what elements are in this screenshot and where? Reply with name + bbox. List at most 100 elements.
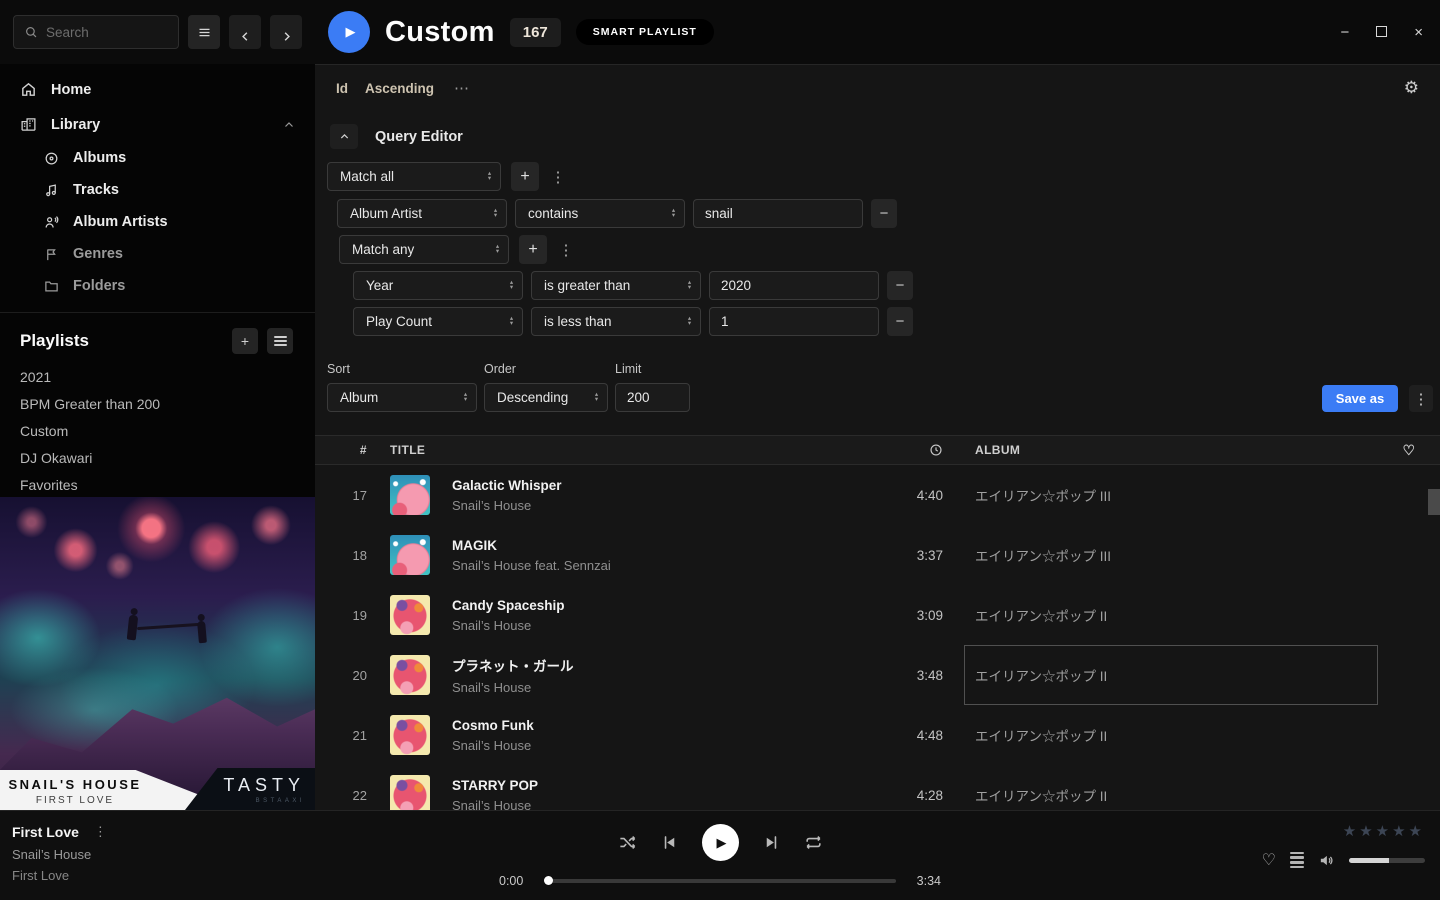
scrollbar-thumb[interactable] <box>1428 489 1440 515</box>
playlist-item-custom[interactable]: Custom <box>0 417 315 444</box>
forward-button[interactable] <box>270 15 302 49</box>
column-header-title[interactable]: TITLE <box>375 443 863 457</box>
now-playing-album: First Love <box>12 868 107 883</box>
playlist-item-favorites[interactable]: Favorites <box>0 471 315 498</box>
volume-slider[interactable] <box>1349 858 1425 863</box>
group-menu-button[interactable]: ⋮ <box>555 241 577 259</box>
sort-direction-button[interactable]: Ascending <box>365 81 434 96</box>
search-input[interactable] <box>46 25 168 40</box>
seek-bar[interactable] <box>544 879 896 883</box>
playlist-list-button[interactable] <box>267 328 293 354</box>
rule-field-select[interactable]: Album Artist ▴▾ <box>337 199 507 228</box>
rating-stars[interactable]: ★★★★★ <box>1262 822 1425 840</box>
playlist-item-dj-okawari[interactable]: DJ Okawari <box>0 444 315 471</box>
rule-value-input[interactable] <box>709 307 879 336</box>
volume-fill <box>1349 858 1389 863</box>
next-button[interactable] <box>762 833 781 852</box>
menu-button[interactable] <box>188 15 220 49</box>
search-box[interactable] <box>13 15 179 49</box>
table-row[interactable]: 19 Candy Spaceship Snail’s House 3:09 エイ… <box>315 585 1440 645</box>
rule-operator-select[interactable]: is greater than ▴▾ <box>531 271 701 300</box>
row-number: 18 <box>315 548 375 563</box>
favorite-button[interactable]: ♡ <box>1262 850 1276 870</box>
rule-operator-select[interactable]: contains ▴▾ <box>515 199 685 228</box>
column-header-album[interactable]: ALBUM <box>964 443 1378 457</box>
match-type-select[interactable]: Match all ▴▾ <box>327 162 501 191</box>
rule-field-select[interactable]: Year ▴▾ <box>353 271 523 300</box>
column-header-duration[interactable] <box>863 443 943 457</box>
add-playlist-button[interactable]: + <box>232 328 258 354</box>
row-number: 21 <box>315 728 375 743</box>
library-icon <box>20 116 37 133</box>
table-row[interactable]: 18 MAGIK Snail’s House feat. Sennzai 3:3… <box>315 525 1440 585</box>
sidebar-item-folders[interactable]: Folders <box>0 270 315 302</box>
rule-operator-select[interactable]: is less than ▴▾ <box>531 307 701 336</box>
rule-field-select[interactable]: Play Count ▴▾ <box>353 307 523 336</box>
track-album-cell-selected[interactable]: エイリアン☆ポップ II <box>964 645 1378 705</box>
track-menu-button[interactable]: ⋮ <box>94 824 107 840</box>
group-add-rule-button[interactable]: + <box>519 235 547 264</box>
track-album-cell[interactable]: エイリアン☆ポップ II <box>964 585 1378 645</box>
remove-rule-button[interactable]: − <box>887 307 913 336</box>
now-playing-track: First Love <box>12 824 79 840</box>
smart-playlist-badge: SMART PLAYLIST <box>576 19 714 45</box>
elapsed-time: 0:00 <box>499 874 531 888</box>
music-note-icon <box>44 183 59 198</box>
track-duration: 4:48 <box>863 728 943 743</box>
sidebar-item-library[interactable]: Library <box>0 107 315 142</box>
sidebar-item-albums[interactable]: Albums <box>0 142 315 174</box>
queue-button[interactable] <box>1290 852 1304 869</box>
play-playlist-button[interactable]: ▶ <box>328 11 370 53</box>
folder-icon <box>44 279 59 294</box>
rule-value-input[interactable] <box>709 271 879 300</box>
sort-select[interactable]: Album ▴▾ <box>327 383 477 412</box>
order-select[interactable]: Descending ▴▾ <box>484 383 608 412</box>
sidebar-item-home[interactable]: Home <box>0 72 315 107</box>
sidebar-item-genres[interactable]: Genres <box>0 238 315 270</box>
sidebar-item-album-artists[interactable]: Album Artists <box>0 206 315 238</box>
track-album-cell[interactable]: エイリアン☆ポップ III <box>964 525 1378 585</box>
select-carets-icon: ▴▾ <box>688 317 691 326</box>
table-row[interactable]: 20 プラネット・ガール Snail’s House 3:48 エイリアン☆ポッ… <box>315 645 1440 705</box>
repeat-button[interactable] <box>804 833 823 852</box>
track-count-badge: 167 <box>510 18 561 47</box>
limit-input[interactable] <box>615 383 690 412</box>
more-options-button[interactable]: ⋯ <box>454 79 470 97</box>
remove-rule-button[interactable]: − <box>887 271 913 300</box>
volume-button[interactable] <box>1318 852 1335 869</box>
chevron-left-icon <box>239 30 252 43</box>
remove-rule-button[interactable]: − <box>871 199 897 228</box>
seek-handle[interactable] <box>544 876 553 885</box>
track-artist: Snail’s House <box>452 738 534 753</box>
column-header-favorite[interactable]: ♡ <box>1378 442 1440 459</box>
minimize-button[interactable]: − <box>1340 25 1349 40</box>
query-editor-collapse-button[interactable] <box>330 124 358 149</box>
track-album-cell[interactable]: エイリアン☆ポップ II <box>964 765 1378 810</box>
play-button[interactable]: ▶ <box>702 824 739 861</box>
close-button[interactable]: × <box>1414 25 1423 40</box>
save-as-button[interactable]: Save as <box>1322 385 1398 412</box>
maximize-button[interactable] <box>1376 25 1387 40</box>
rule-value-input[interactable] <box>693 199 863 228</box>
track-artist: Snail’s House <box>452 798 538 811</box>
add-rule-button[interactable]: + <box>511 162 539 191</box>
save-menu-button[interactable]: ⋮ <box>1409 385 1433 412</box>
back-button[interactable] <box>229 15 261 49</box>
track-artist: Snail’s House <box>452 618 565 633</box>
playlist-item-2021[interactable]: 2021 <box>0 363 315 390</box>
table-row[interactable]: 21 Cosmo Funk Snail’s House 4:48 エイリアン☆ポ… <box>315 705 1440 765</box>
sort-field-button[interactable]: Id <box>336 81 348 96</box>
select-carets-icon: ▴▾ <box>688 281 691 290</box>
previous-button[interactable] <box>660 833 679 852</box>
group-match-type-select[interactable]: Match any ▴▾ <box>339 235 509 264</box>
sidebar-item-tracks[interactable]: Tracks <box>0 174 315 206</box>
playlist-item-bpm[interactable]: BPM Greater than 200 <box>0 390 315 417</box>
track-album-cell[interactable]: エイリアン☆ポップ III <box>964 465 1378 525</box>
settings-button[interactable]: ⚙ <box>1404 78 1419 98</box>
column-header-number[interactable]: # <box>315 443 375 457</box>
rule-menu-button[interactable]: ⋮ <box>547 168 569 186</box>
track-album-cell[interactable]: エイリアン☆ポップ II <box>964 705 1378 765</box>
shuffle-button[interactable] <box>618 833 637 852</box>
table-row[interactable]: 22 STARRY POP Snail’s House 4:28 エイリアン☆ポ… <box>315 765 1440 810</box>
table-row[interactable]: 17 Galactic Whisper Snail’s House 4:40 エ… <box>315 465 1440 525</box>
